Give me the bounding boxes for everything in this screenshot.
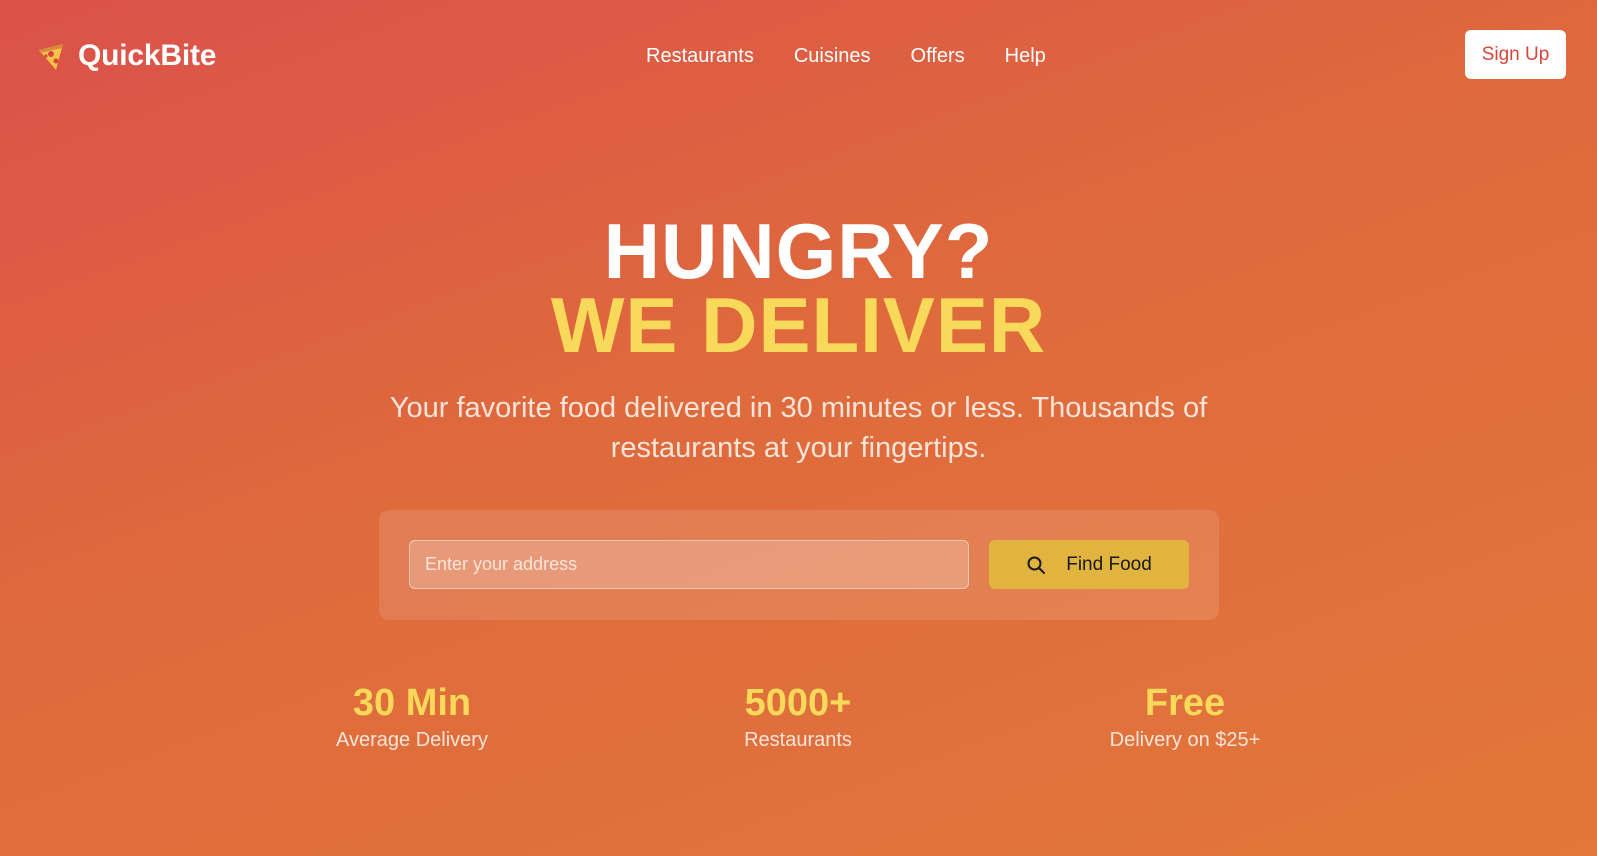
address-search-panel: Find Food <box>379 510 1219 620</box>
logo-text: QuickBite <box>78 39 217 72</box>
nav-help[interactable]: Help <box>1005 40 1046 72</box>
nav-cuisines[interactable]: Cuisines <box>794 40 871 72</box>
nav-restaurants[interactable]: Restaurants <box>646 40 754 72</box>
logo[interactable]: QuickBite <box>36 36 216 76</box>
stat-value: Free <box>1144 682 1226 724</box>
stat-value: 30 Min <box>352 682 472 724</box>
main-nav: Restaurants Cuisines Offers Help <box>646 40 1046 72</box>
stat-label: Restaurants <box>744 729 852 751</box>
stat-free-delivery: Free Delivery on $25+ <box>1035 680 1335 754</box>
search-icon <box>1027 556 1046 574</box>
pizza-icon <box>39 44 63 70</box>
site-header: QuickBite Restaurants Cuisines Offers He… <box>0 0 1597 112</box>
hero-subtitle: Your favorite food delivered in 30 minut… <box>389 392 1208 464</box>
find-food-button[interactable]: Find Food <box>989 540 1189 589</box>
find-food-label: Find Food <box>1066 553 1152 575</box>
sign-up-button[interactable]: Sign Up <box>1465 30 1566 79</box>
address-input[interactable] <box>409 540 969 589</box>
stat-label: Average Delivery <box>336 729 488 751</box>
stat-average-delivery: 30 Min Average Delivery <box>262 680 562 754</box>
stat-restaurants: 5000+ Restaurants <box>648 680 948 754</box>
stat-value: 5000+ <box>744 682 852 724</box>
hero-title-line-2: WE DELIVER <box>550 281 1047 369</box>
stat-label: Delivery on $25+ <box>1109 729 1261 751</box>
nav-offers[interactable]: Offers <box>911 40 965 72</box>
